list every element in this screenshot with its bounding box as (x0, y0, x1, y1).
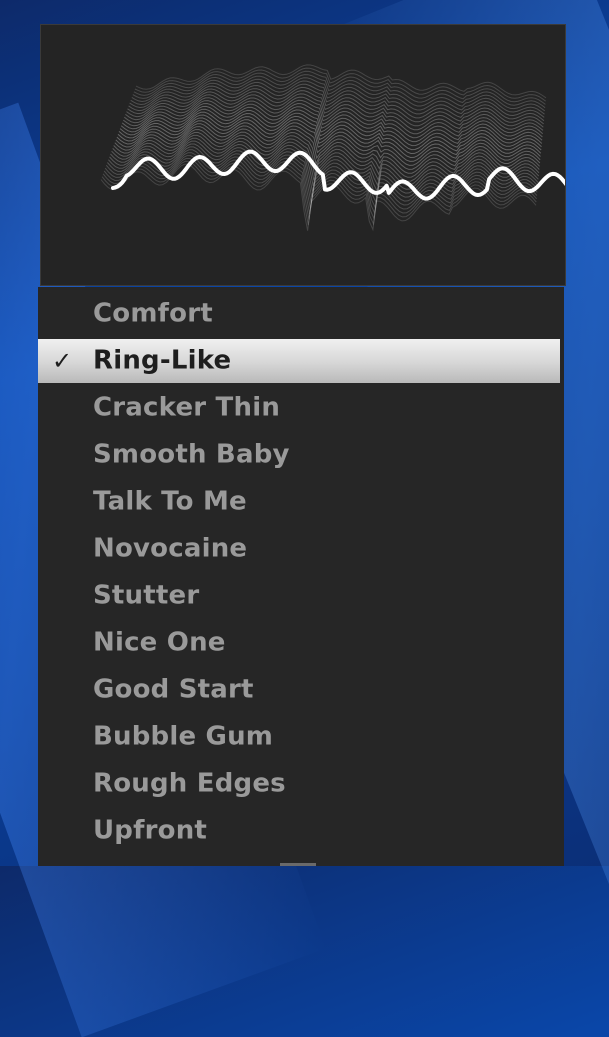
menu-item-bubble-gum[interactable]: Bubble Gum (38, 715, 560, 759)
menu-item-label: Nice One (93, 627, 226, 658)
check-icon: ✓ (52, 347, 73, 375)
menu-item-rough-edges[interactable]: Rough Edges (38, 762, 560, 806)
waveform-preview (40, 24, 566, 286)
menu-item-novocaine[interactable]: Novocaine (38, 527, 560, 571)
menu-item-stutter[interactable]: Stutter (38, 574, 560, 618)
menu-item-label: Comfort (93, 298, 213, 329)
menu-item-talk-to-me[interactable]: Talk To Me (38, 480, 560, 524)
menu-item-cracker-thin[interactable]: Cracker Thin (38, 386, 560, 430)
menu-item-good-start[interactable]: Good Start (38, 668, 560, 712)
menu-item-label: Bubble Gum (93, 721, 274, 752)
menu-item-smooth-baby[interactable]: Smooth Baby (38, 433, 560, 477)
menu-item-nice-one[interactable]: Nice One (38, 621, 560, 665)
menu-item-upfront[interactable]: Upfront (38, 809, 560, 853)
menu-item-label: Cracker Thin (93, 392, 281, 423)
menu-item-label: Smooth Baby (93, 439, 290, 470)
menu-item-label: Good Start (93, 674, 254, 705)
menu-item-label: Novocaine (93, 533, 248, 564)
menu-item-label: Stutter (93, 580, 200, 611)
menu-item-comfort[interactable]: Comfort (38, 292, 560, 336)
menu-item-label: Ring-Like (93, 345, 232, 376)
menu-item-label: Upfront (93, 815, 208, 846)
menu-item-ring-like[interactable]: ✓ Ring-Like (38, 339, 560, 383)
menu-item-label: Talk To Me (93, 486, 247, 517)
preset-menu: Comfort ✓ Ring-Like Cracker Thin Smooth … (38, 287, 564, 866)
menu-item-label: Rough Edges (93, 768, 286, 799)
waveform-3d-graphic (100, 64, 565, 232)
